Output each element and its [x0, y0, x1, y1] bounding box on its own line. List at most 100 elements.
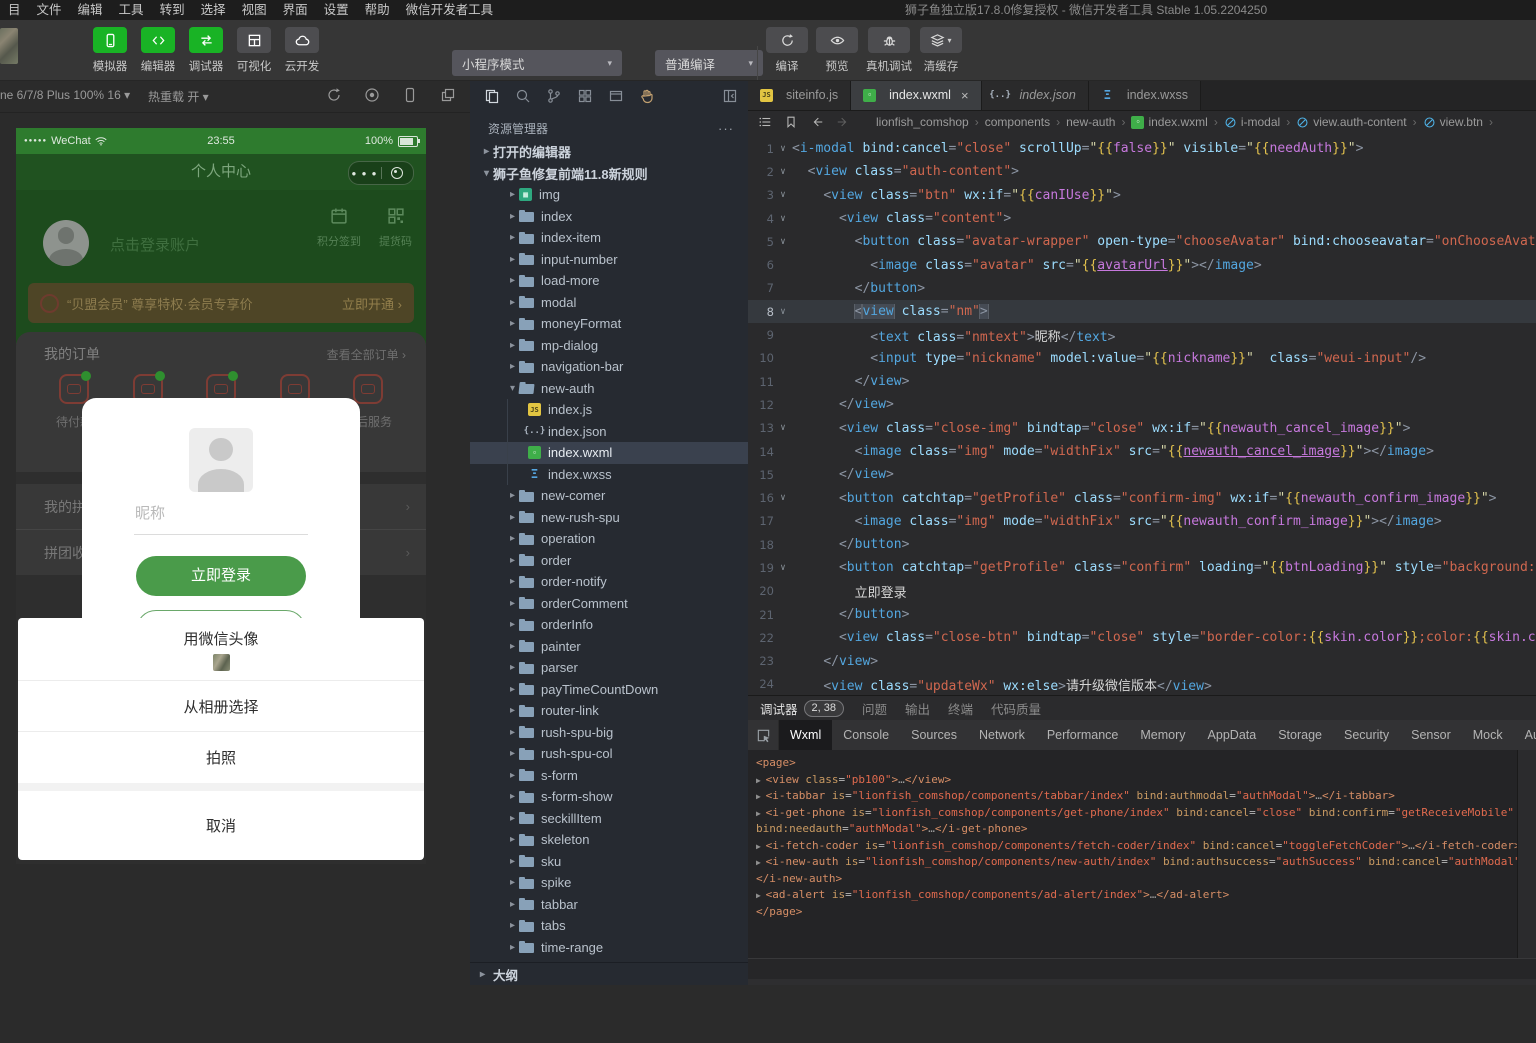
record-button[interactable] — [364, 87, 380, 103]
hot-reload-toggle[interactable]: 热重载 开 ▾ — [148, 88, 209, 105]
nickname-input[interactable]: 昵称 — [135, 502, 165, 523]
devtools-tab-Storage[interactable]: Storage — [1267, 720, 1333, 750]
tree-item-new-rush-spu[interactable]: ▸ new-rush-spu — [470, 507, 748, 529]
fold-icon[interactable]: ∨ — [774, 167, 792, 177]
action-button-编译[interactable]: 编译 — [766, 27, 808, 74]
devtools-tab-Memory[interactable]: Memory — [1129, 720, 1196, 750]
outline-section[interactable]: ▸ 大纲 — [470, 962, 748, 985]
tree-section-打开的编辑器[interactable]: ▸ 打开的编辑器 — [470, 141, 748, 163]
tree-item-load-more[interactable]: ▸ load-more — [470, 270, 748, 292]
tree-item-painter[interactable]: ▸ painter — [470, 636, 748, 658]
tree-item-payTimeCountDown[interactable]: ▸ payTimeCountDown — [470, 679, 748, 701]
devtools-tab-Performance[interactable]: Performance — [1036, 720, 1130, 750]
tree-item-index-item[interactable]: ▸ index-item — [470, 227, 748, 249]
wxml-tree-line[interactable]: ▶ <i-new-auth is="lionfish_comshop/compo… — [756, 855, 1536, 872]
tree-item-index.wxml[interactable]: ◦ index.wxml — [470, 442, 748, 464]
compile-select[interactable]: 普通编译 ▾ — [655, 50, 763, 76]
wxml-tree-line[interactable]: ▶ <i-get-phone is="lionfish_comshop/comp… — [756, 806, 1536, 823]
tree-item-index.json[interactable]: {..} index.json — [470, 420, 748, 443]
debugger-tab-输出[interactable]: 输出 — [905, 699, 930, 718]
tree-item-order[interactable]: ▸ order — [470, 550, 748, 572]
use-wechat-avatar-option[interactable]: 用微信头像 — [18, 618, 424, 681]
choose-avatar-button[interactable] — [189, 428, 253, 492]
menu-item-编辑[interactable]: 编辑 — [70, 0, 111, 20]
more-icon[interactable]: ● ● ● — [349, 169, 381, 178]
tab-index.wxss[interactable]: Ξindex.wxss — [1088, 80, 1201, 110]
fold-icon[interactable]: ∨ — [774, 307, 792, 317]
wxml-tree-line[interactable]: ▶ <i-tabbar is="lionfish_comshop/compone… — [756, 789, 1536, 806]
menu-item-设置[interactable]: 设置 — [316, 0, 357, 20]
tree-item-orderInfo[interactable]: ▸ orderInfo — [470, 614, 748, 636]
bookmark-icon[interactable] — [784, 115, 798, 129]
member-banner[interactable]: “贝盟会员” 尊享特权·会员专享价 立即开通 › — [28, 283, 414, 323]
tree-item-time-range[interactable]: ▸ time-range — [470, 937, 748, 959]
wxml-tree-line[interactable]: bind:needauth="authModal">…</i-get-phone… — [756, 822, 1536, 839]
action-button-预览[interactable]: 预览 — [816, 27, 858, 74]
extensions-button[interactable] — [577, 88, 593, 104]
user-avatar[interactable] — [0, 28, 18, 64]
login-prompt[interactable]: 点击登录账户 — [110, 234, 200, 255]
tree-item-s-form-show[interactable]: ▸ s-form-show — [470, 786, 748, 808]
breadcrumb-item-view.auth-content[interactable]: view.auth-content — [1296, 115, 1407, 129]
debugger-tab-调试器[interactable]: 调试器 2, 38 — [760, 699, 844, 718]
fold-icon[interactable]: ∨ — [774, 190, 792, 200]
take-photo-option[interactable]: 拍照 — [18, 732, 424, 783]
inspect-element-button[interactable] — [748, 720, 779, 750]
hand-button[interactable] — [639, 88, 655, 104]
view-all-orders-link[interactable]: 查看全部订单 › — [327, 346, 406, 363]
tree-item-orderComment[interactable]: ▸ orderComment — [470, 593, 748, 615]
open-membership-button[interactable]: 立即开通 › — [342, 294, 402, 313]
tree-item-s-form[interactable]: ▸ s-form — [470, 765, 748, 787]
toolbar-button-云开发[interactable]: 云开发 — [282, 27, 322, 74]
tab-index.wxml[interactable]: ◦ index.wxml × — [851, 80, 982, 110]
tree-item-tabs[interactable]: ▸ tabs — [470, 915, 748, 937]
breadcrumb-item-i-modal[interactable]: i-modal — [1224, 115, 1280, 129]
tree-item-router-link[interactable]: ▸ router-link — [470, 700, 748, 722]
devtools-tab-Wxml[interactable]: Wxml — [779, 720, 833, 750]
tree-item-index[interactable]: ▸ index — [470, 206, 748, 228]
tree-item-parser[interactable]: ▸ parser — [470, 657, 748, 679]
devtools-tab-Console[interactable]: Console — [832, 720, 900, 750]
tab-siteinfo.js[interactable]: JS siteinfo.js — [748, 80, 852, 110]
toolbar-button-模拟器[interactable]: 模拟器 — [90, 27, 130, 74]
wxml-tree-line[interactable]: </i-new-auth> — [756, 872, 1536, 889]
minimize-icon[interactable] — [382, 167, 414, 179]
debugger-tab-问题[interactable]: 问题 — [862, 699, 887, 718]
devtools-tab-Network[interactable]: Network — [968, 720, 1036, 750]
rotate-button[interactable] — [326, 87, 342, 103]
menu-item-帮助[interactable]: 帮助 — [357, 0, 398, 20]
tree-item-index.js[interactable]: JS index.js — [470, 399, 748, 421]
tree-item-tabbar[interactable]: ▸ tabbar — [470, 894, 748, 916]
action-button-真机调试[interactable]: 真机调试 — [866, 27, 912, 74]
device-select[interactable]: ne 6/7/8 Plus 100% 16 ▾ — [0, 88, 130, 102]
more-icon[interactable]: ··· — [718, 121, 734, 136]
wxml-tree[interactable]: <page> ▶ <view class="pb100">…</view> ▶ <i… — [748, 750, 1536, 964]
windows-button[interactable] — [440, 87, 456, 103]
devtools-tab-Sensor[interactable]: Sensor — [1400, 720, 1462, 750]
git-button[interactable] — [546, 88, 562, 104]
tree-item-img[interactable]: ▸ ▦ img — [470, 184, 748, 206]
close-icon[interactable]: × — [961, 88, 969, 103]
arrow-left-icon[interactable] — [810, 115, 824, 129]
tab-index.json[interactable]: {..} index.json — [981, 80, 1089, 110]
menu-item-选择[interactable]: 选择 — [193, 0, 234, 20]
tree-item-new-auth[interactable]: ▾ new-auth — [470, 378, 748, 400]
tree-item-moneyFormat[interactable]: ▸ moneyFormat — [470, 313, 748, 335]
code-editor[interactable]: 1 ∨ <i-modal bind:cancel="close" scrollUp=… — [748, 134, 1536, 698]
action-button-清缓存[interactable]: ▾ 清缓存 — [920, 27, 962, 74]
tree-item-rush-spu-col[interactable]: ▸ rush-spu-col — [470, 743, 748, 765]
collapse-sidebar-button[interactable] — [722, 88, 738, 104]
devtools-tab-Sources[interactable]: Sources — [900, 720, 968, 750]
toolbar-button-调试器[interactable]: 调试器 — [186, 27, 226, 74]
device-button[interactable] — [402, 87, 418, 103]
mode-select[interactable]: 小程序模式 ▾ — [452, 50, 622, 76]
tree-item-mp-dialog[interactable]: ▸ mp-dialog — [470, 335, 748, 357]
avatar[interactable] — [43, 220, 89, 266]
wxml-tree-line[interactable]: <page> — [756, 756, 1536, 773]
wxml-tree-line[interactable]: ▶ <view class="pb100">…</view> — [756, 773, 1536, 790]
debugger-tab-终端[interactable]: 终端 — [948, 699, 973, 718]
wxml-tree-line[interactable]: </page> — [756, 905, 1536, 922]
capsule-menu[interactable]: ● ● ● — [348, 161, 414, 185]
menu-item-文件[interactable]: 文件 — [29, 0, 70, 20]
wxml-tree-line[interactable]: ▶ <ad-alert is="lionfish_comshop/compone… — [756, 888, 1536, 905]
